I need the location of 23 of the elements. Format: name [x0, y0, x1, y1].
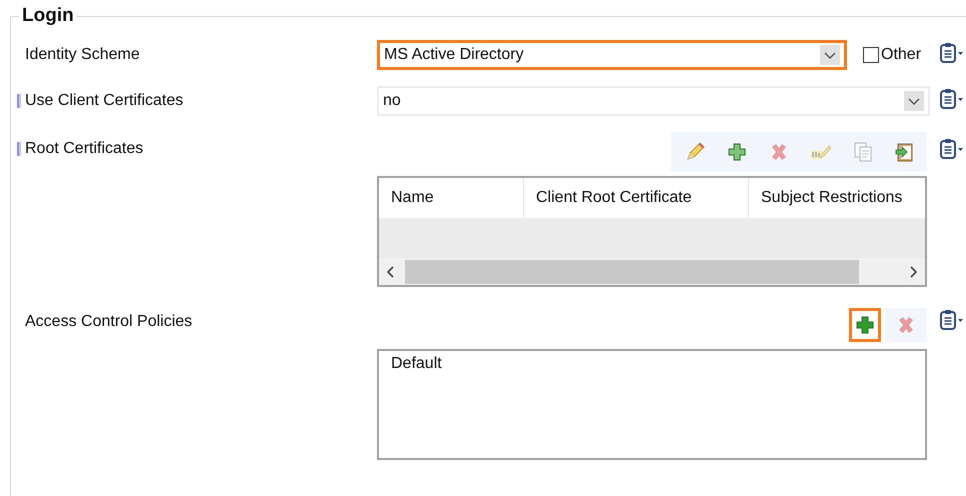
- toolbar-button[interactable]: [849, 308, 881, 342]
- notes-dropdown-icon[interactable]: [939, 138, 963, 160]
- copy-icon: [852, 141, 874, 163]
- horizontal-scrollbar[interactable]: [379, 258, 925, 285]
- chevron-down-icon: [820, 45, 840, 65]
- field-label: Use Client Certificates: [25, 92, 184, 110]
- plus-icon: [854, 314, 876, 336]
- pencil-icon: [684, 141, 706, 163]
- group-title: Login: [21, 5, 75, 27]
- dropdown[interactable]: no: [377, 86, 930, 116]
- chevron-down-icon: [904, 91, 924, 111]
- notes-dropdown-icon[interactable]: [939, 309, 963, 331]
- dropdown[interactable]: MS Active Directory: [377, 40, 847, 70]
- plus-icon: [726, 141, 748, 163]
- checkbox[interactable]: [863, 47, 879, 63]
- notes-dropdown-icon[interactable]: [939, 42, 963, 64]
- checkbox-label: Other: [881, 46, 922, 64]
- field-label: Access Control Policies: [25, 313, 192, 331]
- list-item[interactable]: Default: [391, 355, 442, 373]
- notes-dropdown-icon[interactable]: [939, 88, 963, 110]
- column-header[interactable]: Subject Restrictions: [749, 178, 925, 218]
- field-label: Root Certificates: [25, 140, 144, 158]
- field-label: Identity Scheme: [25, 46, 140, 64]
